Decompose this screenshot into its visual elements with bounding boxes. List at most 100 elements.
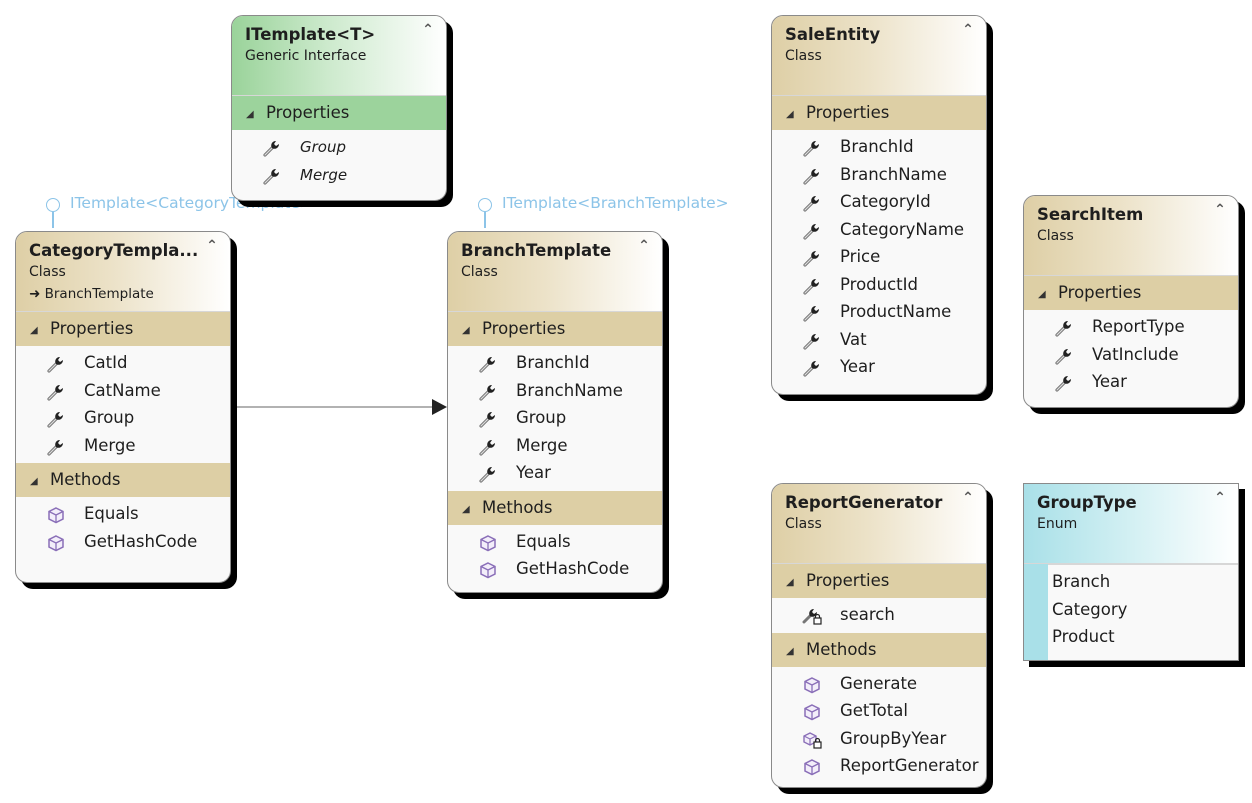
expand-triangle-icon[interactable]: ◢ <box>246 98 266 132</box>
shape-search-item[interactable]: SearchItem Class ⌃ ◢ Properties ReportType Vat… <box>1023 195 1239 408</box>
member-item[interactable]: BranchId <box>448 349 662 377</box>
method-cube-icon <box>46 533 66 551</box>
member-name: BranchId <box>516 353 590 372</box>
shape-kind: Class <box>785 48 822 64</box>
expand-triangle-icon[interactable]: ◢ <box>786 98 806 132</box>
section-header-properties[interactable]: ◢ Properties <box>772 564 986 598</box>
expand-triangle-icon[interactable]: ◢ <box>786 635 806 669</box>
method-cube-icon <box>802 757 822 776</box>
collapse-chevron-icon[interactable]: ⌃ <box>1212 490 1228 506</box>
member-name: GetTotal <box>840 701 908 720</box>
member-name: GroupByYear <box>840 728 947 748</box>
member-item[interactable]: BranchName <box>772 161 986 189</box>
collapse-chevron-icon[interactable]: ⌃ <box>960 22 976 38</box>
member-item[interactable]: CatId <box>16 349 230 377</box>
shape-title: GroupType <box>1037 493 1137 512</box>
collapse-chevron-icon[interactable]: ⌃ <box>960 490 976 506</box>
member-item[interactable]: ReportType <box>1024 313 1238 341</box>
section-header-properties[interactable]: ◢ Properties <box>16 312 230 346</box>
member-name: VatInclude <box>1092 344 1179 364</box>
member-item[interactable]: BranchName <box>448 377 662 405</box>
shape-sale-entity[interactable]: SaleEntity Class ⌃ ◢ Properties BranchId Branc… <box>771 15 987 395</box>
member-item[interactable]: Merge <box>448 432 662 460</box>
member-item[interactable]: Equals <box>16 500 230 528</box>
member-list: BranchId BranchName Group Merge Year <box>448 346 662 491</box>
member-item[interactable]: ProductId <box>772 271 986 299</box>
shape-header[interactable]: SearchItem Class ⌃ <box>1024 196 1238 276</box>
member-item[interactable]: CategoryId <box>772 188 986 216</box>
wrench-icon <box>46 409 66 428</box>
member-item[interactable]: Group <box>232 133 446 161</box>
expand-triangle-icon[interactable]: ◢ <box>30 314 50 348</box>
member-name: CategoryId <box>840 192 931 211</box>
member-list: ReportType VatInclude Year <box>1024 310 1238 400</box>
shape-itemplate[interactable]: ITemplate<T> Generic Interface ⌃ ◢ Propertie… <box>231 15 447 201</box>
section-header-properties[interactable]: ◢ Properties <box>448 312 662 346</box>
member-item[interactable]: search <box>772 601 986 629</box>
shape-category-template[interactable]: CategoryTempla... Class ➜ BranchTemplate ⌃ ◢… <box>15 231 231 583</box>
expand-triangle-icon[interactable]: ◢ <box>30 465 50 499</box>
shape-header[interactable]: GroupType Enum ⌃ <box>1024 484 1238 564</box>
member-name: ReportGenerator <box>840 756 979 775</box>
expand-triangle-icon[interactable]: ◢ <box>462 493 482 527</box>
member-item[interactable]: Year <box>448 459 662 487</box>
section-header-methods[interactable]: ◢ Methods <box>16 463 230 497</box>
member-list: CatId CatName Group Merge <box>16 346 230 463</box>
shape-title: ITemplate<T> <box>245 25 376 44</box>
enum-strip <box>1024 564 1048 660</box>
base-class[interactable]: ➜ BranchTemplate <box>29 284 218 304</box>
section-header-methods[interactable]: ◢ Methods <box>772 632 986 669</box>
member-item[interactable]: Group <box>16 404 230 432</box>
lollipop-stem <box>52 212 54 228</box>
section-header-properties[interactable]: ◢ Properties <box>772 96 986 130</box>
shape-header[interactable]: ITemplate<T> Generic Interface ⌃ <box>232 16 446 96</box>
expand-triangle-icon[interactable]: ◢ <box>1038 278 1058 312</box>
enum-value[interactable]: Category <box>1048 596 1238 624</box>
member-item[interactable]: Price <box>772 243 986 271</box>
shape-header[interactable]: SaleEntity Class ⌃ <box>772 16 986 96</box>
enum-value[interactable]: Product <box>1048 623 1238 651</box>
expand-triangle-icon[interactable]: ◢ <box>462 314 482 348</box>
shape-branch-template[interactable]: BranchTemplate Class ⌃ ◢ Properties BranchId B… <box>447 231 663 593</box>
collapse-chevron-icon[interactable]: ⌃ <box>636 238 652 254</box>
member-item[interactable]: Merge <box>232 161 446 189</box>
wrench-icon <box>802 166 822 185</box>
enum-value[interactable]: Branch <box>1048 568 1238 596</box>
section-header-properties[interactable]: ◢ Properties <box>232 96 446 130</box>
shape-group-type[interactable]: GroupType Enum ⌃ Branch Category Product <box>1023 483 1239 661</box>
shape-header[interactable]: BranchTemplate Class ⌃ <box>448 232 662 312</box>
collapse-chevron-icon[interactable]: ⌃ <box>420 22 436 38</box>
wrench-icon <box>802 248 822 267</box>
collapse-chevron-icon[interactable]: ⌃ <box>204 238 220 254</box>
member-item[interactable]: GetTotal <box>772 697 986 725</box>
member-item[interactable]: ProductName <box>772 298 986 326</box>
shape-title: SaleEntity <box>785 25 881 44</box>
member-item[interactable]: Vat <box>772 326 986 354</box>
member-name: Year <box>1092 372 1127 391</box>
member-item[interactable]: Merge <box>16 432 230 460</box>
member-item[interactable]: Year <box>772 353 986 381</box>
member-item[interactable]: Equals <box>448 528 662 556</box>
section-label: Properties <box>482 319 566 338</box>
collapse-chevron-icon[interactable]: ⌃ <box>1212 202 1228 218</box>
shape-report-generator[interactable]: ReportGenerator Class ⌃ ◢ Properties search ◢ M… <box>771 483 987 788</box>
member-item[interactable]: Generate <box>772 670 986 698</box>
member-name: CatName <box>84 380 161 400</box>
member-item[interactable]: GroupByYear <box>772 725 986 753</box>
member-item[interactable]: CatName <box>16 377 230 405</box>
shape-header[interactable]: ReportGenerator Class ⌃ <box>772 484 986 564</box>
private-wrench-icon <box>802 606 822 625</box>
section-header-methods[interactable]: ◢ Methods <box>448 490 662 527</box>
member-item[interactable]: CategoryName <box>772 216 986 244</box>
section-header-properties[interactable]: ◢ Properties <box>1024 276 1238 310</box>
member-item[interactable]: GetHashCode <box>448 555 662 583</box>
member-item[interactable]: GetHashCode <box>16 528 230 556</box>
shape-header[interactable]: CategoryTempla... Class ➜ BranchTemplate ⌃ <box>16 232 230 312</box>
wrench-icon <box>262 138 282 157</box>
member-item[interactable]: BranchId <box>772 133 986 161</box>
member-item[interactable]: Year <box>1024 368 1238 396</box>
member-item[interactable]: VatInclude <box>1024 341 1238 369</box>
expand-triangle-icon[interactable]: ◢ <box>786 566 806 600</box>
member-item[interactable]: Group <box>448 404 662 432</box>
member-item[interactable]: ReportGenerator <box>772 752 986 780</box>
